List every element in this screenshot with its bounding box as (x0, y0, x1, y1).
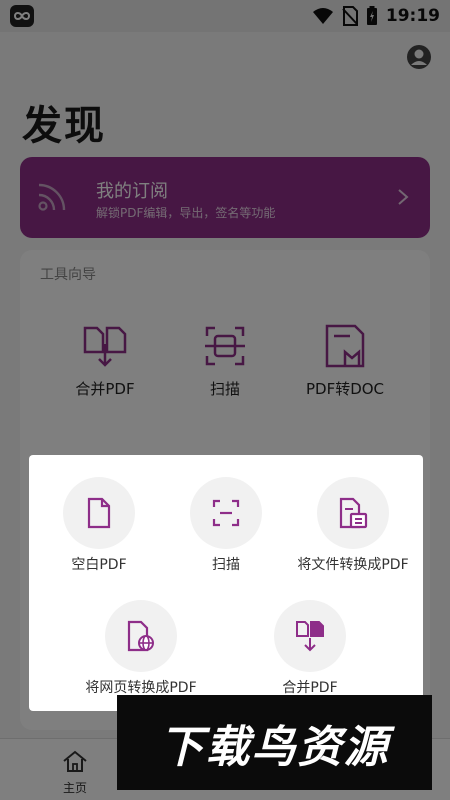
option-scan[interactable]: 扫描 (156, 477, 296, 574)
option-blank-pdf[interactable]: 空白PDF (29, 477, 169, 574)
option-icon-circle (274, 600, 346, 672)
option-icon-circle (105, 600, 177, 672)
file-convert-icon (339, 497, 368, 529)
option-label: 扫描 (212, 557, 240, 573)
create-pdf-sheet: 空白PDF 扫描 将文件转换成PDF 将网页转换成PDF 合并PDF (29, 455, 423, 711)
option-label: 空白PDF (71, 557, 127, 573)
option-icon-circle (190, 477, 262, 549)
option-icon-circle (317, 477, 389, 549)
option-icon-circle (63, 477, 135, 549)
scan-icon (212, 499, 240, 527)
watermark-banner: 下载鸟资源 (117, 695, 432, 790)
option-convert-webpage[interactable]: 将网页转换成PDF (71, 600, 211, 697)
webpage-convert-icon (127, 620, 154, 652)
merge-pdf-icon (296, 621, 324, 652)
option-label: 将网页转换成PDF (85, 680, 197, 696)
option-merge-pdf[interactable]: 合并PDF (240, 600, 380, 697)
option-label: 将文件转换成PDF (297, 557, 409, 573)
option-convert-file[interactable]: 将文件转换成PDF (283, 477, 423, 574)
blank-document-icon (87, 497, 111, 529)
watermark-text: 下载鸟资源 (159, 721, 390, 773)
option-label: 合并PDF (282, 680, 338, 696)
